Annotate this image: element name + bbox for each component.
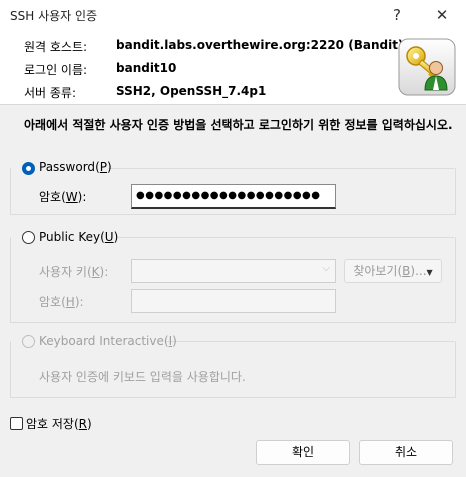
passphrase-input[interactable] <box>131 289 336 313</box>
keyboard-radio-text: Keyboard Interactive <box>39 334 164 348</box>
password-input[interactable]: ●●●●●●●●●●●●●●●●●●●● <box>131 184 336 209</box>
login-name-label: 로그인 이름: <box>24 63 88 77</box>
password-accel: P <box>99 160 107 174</box>
password-field-label: 암호(W): <box>39 190 87 204</box>
instruction-text: 아래에서 적절한 사용자 인증 방법을 선택하고 로그인하기 위한 정보를 입력… <box>24 118 453 132</box>
password-field-text: 암호 <box>39 190 62 204</box>
publickey-radio-text: Public Key <box>39 230 101 244</box>
window-title: SSH 사용자 인증 <box>10 9 98 23</box>
browse-accel: B <box>402 264 411 278</box>
ok-button[interactable]: 확인 <box>256 440 350 465</box>
user-key-accel: K <box>91 265 100 279</box>
server-type-label: 서버 종류: <box>24 86 77 100</box>
save-password-text: 암호 저장 <box>26 417 74 431</box>
user-key-text: 사용자 키 <box>39 265 87 279</box>
password-radio[interactable] <box>22 162 35 175</box>
remote-host-value: bandit.labs.overthewire.org:2220 (Bandit… <box>116 38 404 52</box>
publickey-accel: U <box>104 230 114 244</box>
keyboard-radio[interactable] <box>22 335 35 348</box>
dropdown-arrow-icon: ▼ <box>426 268 433 277</box>
keyboard-radio-label[interactable]: Keyboard Interactive(I) <box>39 334 177 348</box>
password-radio-label[interactable]: Password(P) <box>39 160 112 174</box>
publickey-radio-label[interactable]: Public Key(U) <box>39 230 118 244</box>
passphrase-accel: H <box>65 295 75 309</box>
save-password-checkbox[interactable] <box>10 417 23 430</box>
passphrase-text: 암호 <box>39 295 62 309</box>
browse-button[interactable]: 찾아보기(B)...▼ <box>344 259 442 283</box>
server-type-value: SSH2, OpenSSH_7.4p1 <box>116 84 267 98</box>
help-button[interactable]: ? <box>383 4 411 26</box>
browse-text: 찾아보기 <box>353 264 398 278</box>
keyboard-description: 사용자 인증에 키보드 입력을 사용합니다. <box>39 370 246 384</box>
keyboard-accel: I <box>168 334 173 348</box>
login-name-value: bandit10 <box>116 61 177 75</box>
save-password-accel: R <box>78 417 88 431</box>
passphrase-label: 암호(H): <box>39 295 84 309</box>
header-separator <box>0 104 466 105</box>
chevron-down-icon: ⌵ <box>322 263 330 274</box>
password-radio-text: Password <box>39 160 96 174</box>
password-field-accel: W <box>65 190 78 204</box>
publickey-radio[interactable] <box>22 231 35 244</box>
password-value: ●●●●●●●●●●●●●●●●●●●● <box>136 190 321 201</box>
key-user-icon <box>398 38 456 96</box>
remote-host-label: 원격 호스트: <box>24 40 88 54</box>
close-icon[interactable]: ✕ <box>428 4 456 26</box>
user-key-label: 사용자 키(K): <box>39 265 109 279</box>
save-password-label[interactable]: 암호 저장(R) <box>26 415 92 432</box>
cancel-button[interactable]: 취소 <box>359 440 453 465</box>
user-key-combo[interactable]: ⌵ <box>131 259 336 283</box>
